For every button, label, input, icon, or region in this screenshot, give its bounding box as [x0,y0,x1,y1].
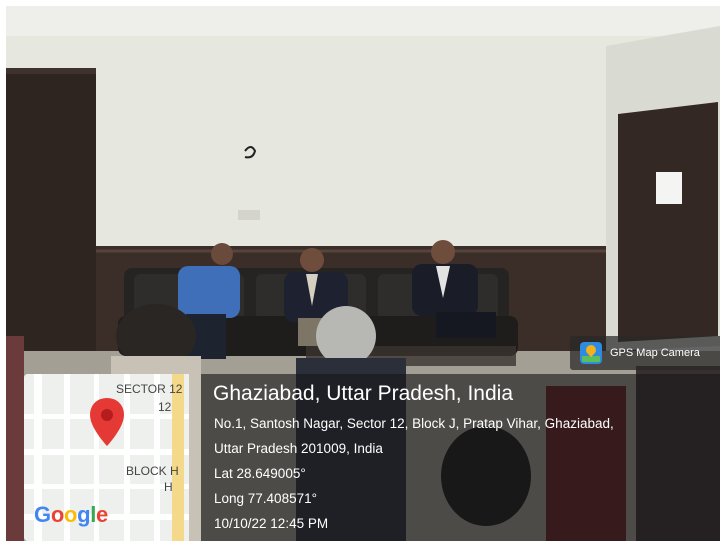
address-line-2: Uttar Pradesh 201009, India [214,441,383,456]
longitude: Long 77.408571° [214,491,317,506]
map-label-sector: SECTOR 12 [116,382,183,396]
datetime: 10/10/22 12:45 PM [214,516,329,531]
latitude: Lat 28.649005° [214,466,306,481]
map-label-sector-number: 12 [158,400,172,414]
photo-frame: GPS Map Camera SECTOR 12 12 BLOCK H H Go… [6,6,720,541]
location-title: Ghaziabad, Uttar Pradesh, India [213,382,514,405]
address-line-1: No.1, Santosh Nagar, Sector 12, Block J,… [214,416,614,431]
location-pin-icon [90,398,124,446]
location-info-panel: Ghaziabad, Uttar Pradesh, India No.1, Sa… [201,374,720,541]
map-label-block-letter: H [164,480,173,494]
location-map-thumbnail: SECTOR 12 12 BLOCK H H Google [24,374,189,541]
gps-map-camera-badge: GPS Map Camera [570,336,720,370]
badge-label: GPS Map Camera [610,347,700,359]
gps-map-camera-app-icon [580,342,602,364]
google-logo: Google [34,502,108,527]
map-label-block: BLOCK H [126,464,179,478]
